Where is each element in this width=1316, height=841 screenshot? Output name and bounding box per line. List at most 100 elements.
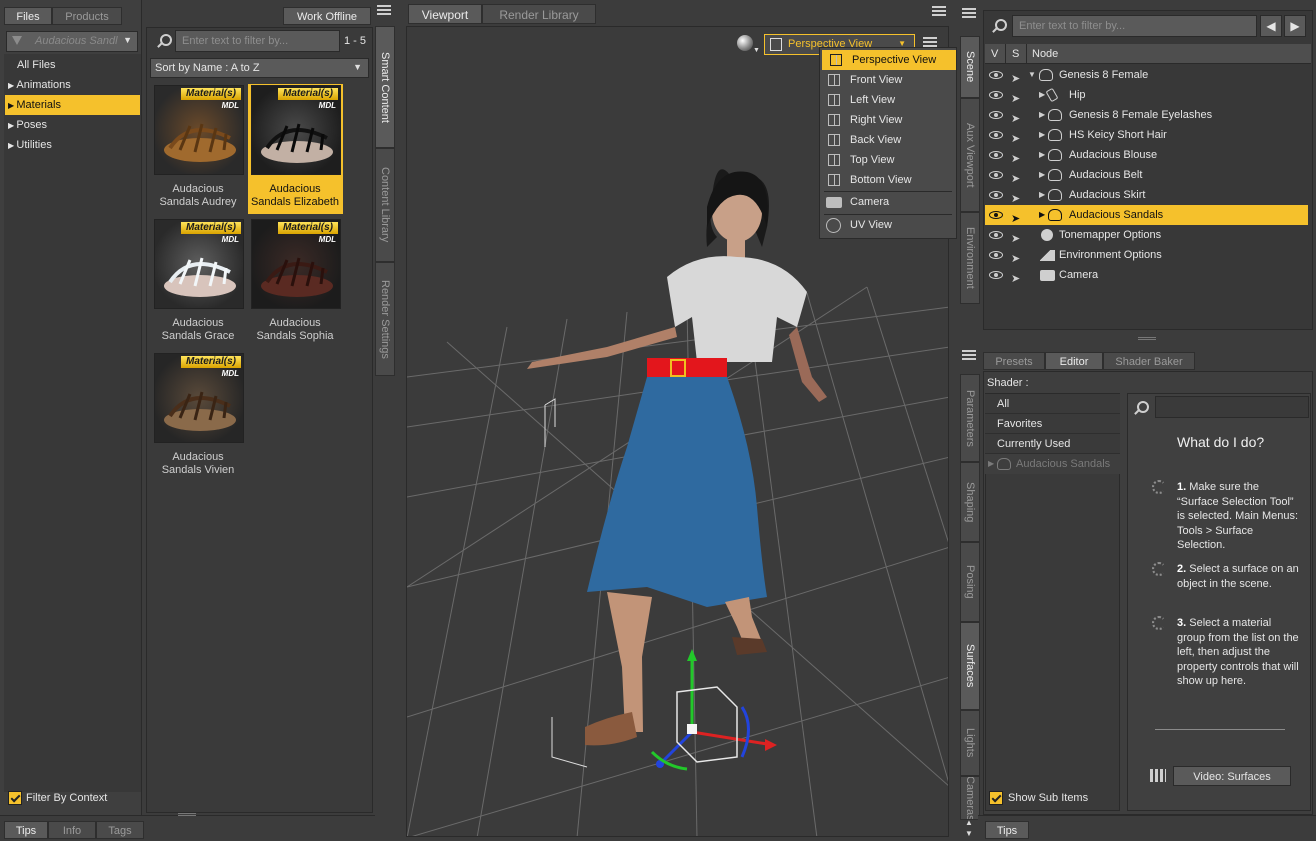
eye-icon[interactable] — [989, 211, 1003, 219]
tab-info[interactable]: Info — [48, 821, 96, 839]
scene-next-button[interactable]: ▶ — [1284, 15, 1306, 37]
scene-node-skirt[interactable]: ➤ ▶ Audacious Skirt — [985, 185, 1308, 205]
column-visible[interactable]: V — [991, 48, 998, 60]
shader-item-audacious-sandals[interactable]: ▶ Audacious Sandals — [985, 454, 1120, 474]
tab-lights[interactable]: Lights — [960, 710, 980, 776]
content-thumbnail[interactable]: Material(s) MDL — [251, 85, 341, 175]
video-surfaces-button[interactable]: Video: Surfaces — [1173, 766, 1291, 786]
chevron-right-icon[interactable]: ▶ — [1039, 85, 1045, 105]
node-label: Genesis 8 Female — [1059, 69, 1149, 81]
column-selectable[interactable]: S — [1012, 48, 1019, 60]
file-filter-dropdown[interactable]: Audacious Sandl ▼ — [6, 31, 138, 52]
tab-editor[interactable]: Editor — [1045, 352, 1103, 370]
chevron-right-icon[interactable]: ▶ — [1039, 105, 1045, 125]
view-sphere-icon[interactable] — [737, 35, 753, 51]
menu-item-left-view[interactable]: Left View — [820, 90, 956, 110]
eye-icon[interactable] — [989, 91, 1003, 99]
panel-resize-handle[interactable] — [178, 813, 196, 816]
scroll-down-icon[interactable]: ▼ — [965, 829, 973, 838]
scene-node-short-hair[interactable]: ➤ ▶ HS Keicy Short Hair — [985, 125, 1308, 145]
chevron-right-icon[interactable]: ▶ — [1039, 145, 1045, 165]
scene-node-hip[interactable]: ➤ ▶ Hip — [985, 85, 1308, 105]
eye-icon[interactable] — [989, 71, 1003, 79]
show-sub-items-checkbox[interactable] — [989, 791, 1003, 805]
eye-icon[interactable] — [989, 151, 1003, 159]
work-offline-button[interactable]: Work Offline — [283, 7, 371, 25]
scene-node-environment-options[interactable]: ➤ Environment Options — [985, 245, 1308, 265]
tree-item-animations[interactable]: ▶ Animations — [5, 75, 140, 95]
eye-icon[interactable] — [989, 191, 1003, 199]
eye-icon[interactable] — [989, 231, 1003, 239]
tree-item-materials[interactable]: ▶ Materials — [5, 95, 140, 115]
scene-node-genesis-8-female[interactable]: ➤ ▼ Genesis 8 Female — [985, 65, 1308, 85]
tab-smart-content[interactable]: Smart Content — [375, 26, 395, 148]
scroll-up-icon[interactable]: ▲ — [965, 818, 973, 827]
menu-item-right-view[interactable]: Right View — [820, 110, 956, 130]
tab-products[interactable]: Products — [52, 7, 122, 25]
menu-item-back-view[interactable]: Back View — [820, 130, 956, 150]
tab-tips-right[interactable]: Tips — [985, 821, 1029, 839]
column-node[interactable]: Node — [1032, 48, 1058, 60]
chevron-right-icon[interactable]: ▶ — [1039, 125, 1045, 145]
tab-shader-baker[interactable]: Shader Baker — [1103, 352, 1195, 370]
tab-aux-viewport[interactable]: Aux Viewport — [960, 98, 980, 212]
chevron-right-icon[interactable]: ▶ — [1039, 165, 1045, 185]
top-view-icon — [828, 154, 840, 166]
scene-node-belt[interactable]: ➤ ▶ Audacious Belt — [985, 165, 1308, 185]
eye-icon[interactable] — [989, 131, 1003, 139]
tab-presets[interactable]: Presets — [983, 352, 1045, 370]
scene-prev-button[interactable]: ◀ — [1260, 15, 1282, 37]
scene-node-camera[interactable]: ➤ Camera — [985, 265, 1308, 285]
filter-by-context-checkbox[interactable] — [8, 791, 22, 805]
tab-environment[interactable]: Environment — [960, 212, 980, 304]
tab-files[interactable]: Files — [4, 7, 52, 25]
tab-shaping[interactable]: Shaping — [960, 462, 980, 542]
tree-item-utilities[interactable]: ▶ Utilities — [5, 135, 140, 155]
content-thumbnail[interactable]: Material(s) MDL — [154, 219, 244, 309]
tree-item-poses[interactable]: ▶ Poses — [5, 115, 140, 135]
scene-search-input[interactable]: Enter text to filter by... — [1012, 15, 1257, 37]
shader-item-favorites[interactable]: Favorites — [985, 414, 1120, 434]
content-search-input[interactable]: Enter text to filter by... — [175, 30, 340, 52]
content-thumbnail[interactable]: Material(s) MDL — [154, 85, 244, 175]
menu-item-perspective-view[interactable]: Perspective View — [822, 50, 956, 70]
menu-item-camera[interactable]: Camera — [820, 192, 956, 212]
sort-dropdown[interactable]: Sort by Name : A to Z ▼ — [150, 58, 369, 78]
tab-posing[interactable]: Posing — [960, 542, 980, 622]
tab-render-settings[interactable]: Render Settings — [375, 262, 395, 376]
tab-content-library[interactable]: Content Library — [375, 148, 395, 262]
eye-icon[interactable] — [989, 171, 1003, 179]
tab-render-library[interactable]: Render Library — [482, 4, 596, 24]
chevron-down-icon[interactable]: ▼ — [1028, 65, 1036, 85]
surface-search-input[interactable] — [1155, 396, 1309, 418]
shader-item-currently-used[interactable]: Currently Used — [985, 434, 1120, 454]
tab-parameters[interactable]: Parameters — [960, 374, 980, 462]
menu-item-bottom-view[interactable]: Bottom View — [820, 170, 956, 190]
content-thumbnail[interactable]: Material(s) MDL — [154, 353, 244, 443]
tab-viewport[interactable]: Viewport — [408, 4, 482, 24]
menu-item-top-view[interactable]: Top View — [820, 150, 956, 170]
panel-resize-handle[interactable] — [1138, 337, 1156, 340]
eye-icon[interactable] — [989, 111, 1003, 119]
scene-node-blouse[interactable]: ➤ ▶ Audacious Blouse — [985, 145, 1308, 165]
shader-item-all[interactable]: All — [985, 394, 1120, 414]
scene-node-sandals[interactable]: ➤ ▶ Audacious Sandals — [985, 205, 1308, 225]
select-pointer-icon[interactable]: ➤ — [1011, 269, 1020, 289]
scene-node-eyelashes[interactable]: ➤ ▶ Genesis 8 Female Eyelashes — [985, 105, 1308, 125]
tree-item-all-files[interactable]: All Files — [5, 55, 140, 75]
tab-cameras[interactable]: Cameras — [960, 776, 980, 820]
eye-icon[interactable] — [989, 271, 1003, 279]
tab-tips[interactable]: Tips — [4, 821, 48, 839]
menu-item-front-view[interactable]: Front View — [820, 70, 956, 90]
tab-scene[interactable]: Scene — [960, 36, 980, 98]
content-thumbnail[interactable]: Material(s) MDL — [251, 219, 341, 309]
node-label: HS Keicy Short Hair — [1069, 129, 1167, 141]
tab-surfaces[interactable]: Surfaces — [960, 622, 980, 710]
chevron-right-icon[interactable]: ▶ — [988, 454, 994, 474]
tab-tags[interactable]: Tags — [96, 821, 144, 839]
chevron-right-icon[interactable]: ▶ — [1039, 185, 1045, 205]
scene-node-tonemapper[interactable]: ➤ Tonemapper Options — [985, 225, 1308, 245]
menu-item-uv-view[interactable]: UV View — [820, 215, 956, 235]
eye-icon[interactable] — [989, 251, 1003, 259]
chevron-right-icon[interactable]: ▶ — [1039, 205, 1045, 225]
